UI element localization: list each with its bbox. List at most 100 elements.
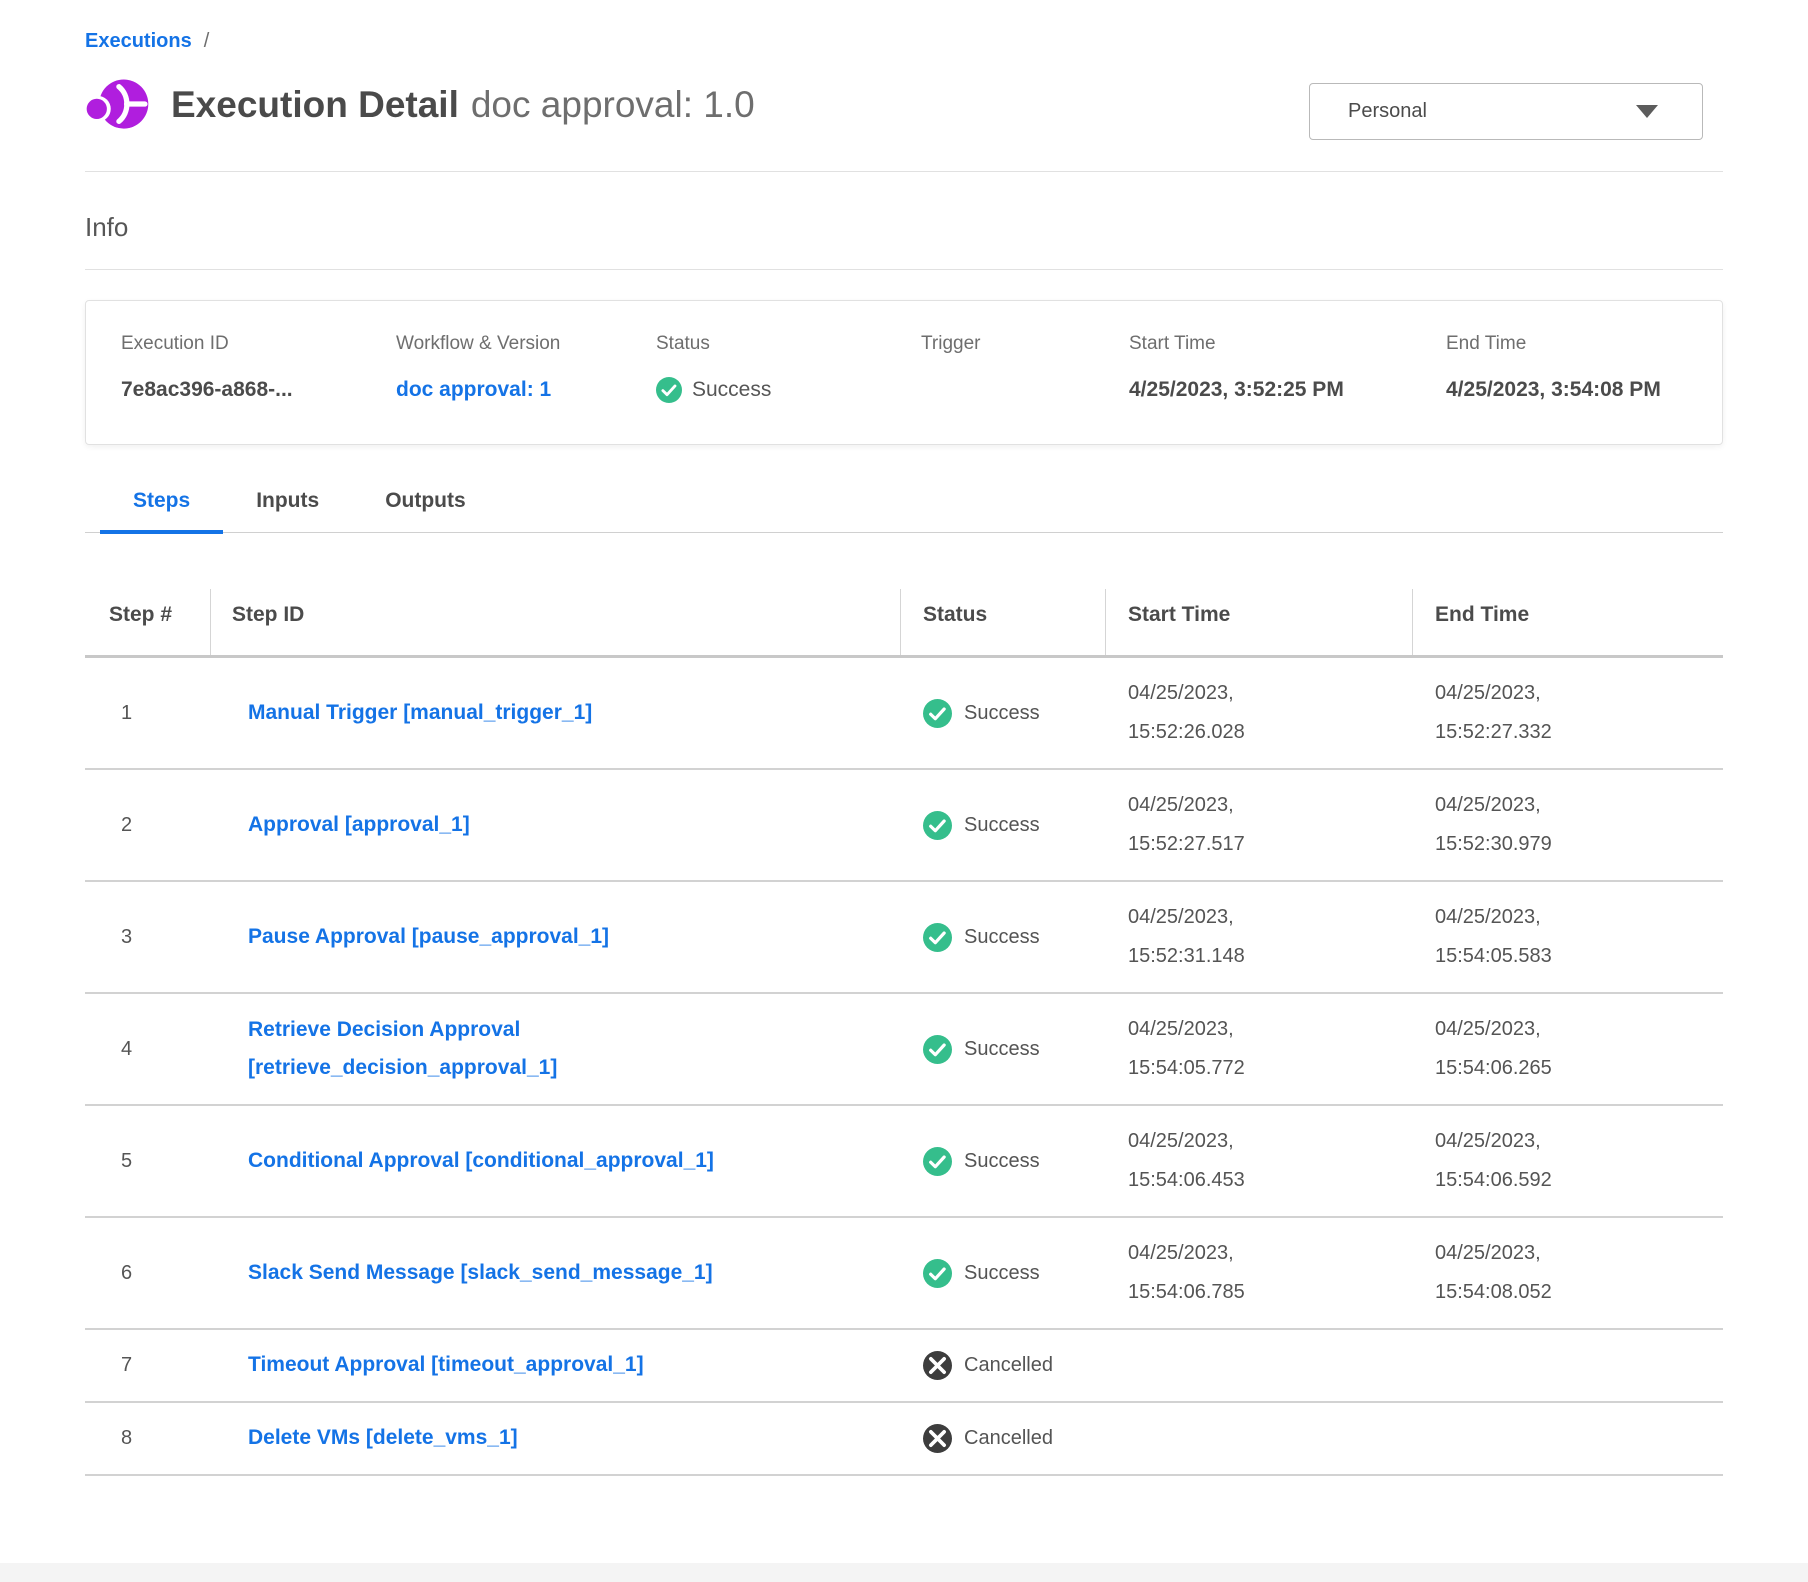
steps-table-header: Step #Step IDStatusStart TimeEnd Time <box>85 589 1723 659</box>
breadcrumb-separator: / <box>204 30 210 53</box>
info-field-start-time: Start Time 4/25/2023, 3:52:25 PM <box>1129 333 1446 410</box>
execution-status: Success <box>656 370 921 410</box>
start-time-cell: 04/25/2023, 15:52:26.028 <box>1106 674 1413 752</box>
step-id-cell: Pause Approval [pause_approval_1] <box>210 918 901 957</box>
step-link[interactable]: Pause Approval [pause_approval_1] <box>248 925 609 948</box>
table-row: 2 Approval [approval_1] Success 04/25/2023,… <box>85 770 1723 882</box>
step-number: 5 <box>85 1150 210 1173</box>
tab-outputs[interactable]: Outputs <box>352 489 498 532</box>
table-row: 5 Conditional Approval [conditional_appro… <box>85 1106 1723 1218</box>
info-field-label: End Time <box>1446 333 1722 355</box>
chevron-down-icon <box>1636 105 1658 118</box>
breadcrumb-executions-link[interactable]: Executions <box>85 30 192 53</box>
success-check-icon <box>923 1147 952 1176</box>
title-divider <box>85 171 1723 172</box>
info-field-trigger: Trigger <box>921 333 1129 410</box>
status-text: Success <box>964 702 1040 725</box>
start-time-cell: 04/25/2023, 15:52:27.517 <box>1106 786 1413 864</box>
step-link[interactable]: Retrieve Decision Approval [retrieve_dec… <box>248 1018 557 1080</box>
column-header-step-id: Step ID <box>210 589 901 656</box>
step-number: 4 <box>85 1038 210 1061</box>
info-field-label: Workflow & Version <box>396 333 656 355</box>
table-row: 8 Delete VMs [delete_vms_1] Cancelled <box>85 1403 1723 1476</box>
status-cell: Success <box>901 811 1106 840</box>
info-field-label: Execution ID <box>121 333 396 355</box>
end-time-cell: 04/25/2023, 15:54:08.052 <box>1413 1234 1723 1312</box>
step-link[interactable]: Slack Send Message [slack_send_message_1… <box>248 1261 713 1284</box>
success-check-icon <box>923 923 952 952</box>
step-id-cell: Timeout Approval [timeout_approval_1] <box>210 1346 901 1385</box>
info-heading: Info <box>85 212 1723 243</box>
step-id-cell: Approval [approval_1] <box>210 806 901 845</box>
step-number: 2 <box>85 814 210 837</box>
table-row: 1Manual Trigger [manual_trigger_1]Succes… <box>85 658 1723 770</box>
info-divider <box>85 269 1723 270</box>
step-link[interactable]: Manual Trigger [manual_trigger_1] <box>248 701 592 724</box>
workspace-dropdown-value: Personal <box>1348 100 1427 123</box>
start-time-cell: 04/25/2023, 15:54:06.453 <box>1106 1122 1413 1200</box>
info-field-end-time: End Time 4/25/2023, 3:54:08 PM <box>1446 333 1722 410</box>
table-row: 6 Slack Send Message [slack_send_message_… <box>85 1218 1723 1330</box>
status-text: Cancelled <box>964 1427 1053 1450</box>
workflow-version-link[interactable]: doc approval: 1 <box>396 378 551 401</box>
table-row: 3 Pause Approval [pause_approval_1] Succes… <box>85 882 1723 994</box>
column-header-start-time: Start Time <box>1106 589 1413 656</box>
start-time-cell: 04/25/2023, 15:54:06.785 <box>1106 1234 1413 1312</box>
step-link[interactable]: Timeout Approval [timeout_approval_1] <box>248 1353 644 1376</box>
table-row: 7Timeout Approval [timeout_approval_1]Ca… <box>85 1330 1723 1403</box>
status-cell: Success <box>901 923 1106 952</box>
status-cell: Cancelled <box>901 1351 1106 1380</box>
workspace-dropdown[interactable]: Personal <box>1309 83 1703 140</box>
status-text: Success <box>964 1150 1040 1173</box>
status-text: Success <box>964 926 1040 949</box>
status-text: Cancelled <box>964 1354 1053 1377</box>
step-number: 3 <box>85 926 210 949</box>
start-time-cell: 04/25/2023, 15:52:31.148 <box>1106 898 1413 976</box>
step-id-cell: Retrieve Decision Approval [retrieve_dec… <box>210 1011 901 1089</box>
tab-inputs[interactable]: Inputs <box>223 489 352 532</box>
cancelled-x-icon <box>923 1424 952 1453</box>
status-text: Success <box>964 814 1040 837</box>
execution-status-text: Success <box>692 370 771 410</box>
column-header-step: Step # <box>85 589 211 656</box>
step-link[interactable]: Approval [approval_1] <box>248 813 470 836</box>
step-id-cell: Delete VMs [delete_vms_1] <box>210 1419 901 1458</box>
status-cell: Success <box>901 1259 1106 1288</box>
step-id-cell: Manual Trigger [manual_trigger_1] <box>210 694 901 733</box>
success-check-icon <box>923 1035 952 1064</box>
info-field-label: Start Time <box>1129 333 1446 355</box>
info-field-value: 4/25/2023, 3:54:08 PM <box>1446 370 1666 410</box>
info-field-label: Trigger <box>921 333 1129 355</box>
step-id-cell: Conditional Approval [conditional_approv… <box>210 1142 901 1181</box>
info-field-value: 7e8ac396-a868-... <box>121 370 341 410</box>
status-cell: Success <box>901 1035 1106 1064</box>
info-field-workflow-version: Workflow & Version doc approval: 1 <box>396 333 656 410</box>
steps-table: Step #Step IDStatusStart TimeEnd Time 1M… <box>85 589 1723 1476</box>
success-check-icon <box>923 699 952 728</box>
info-card: Execution ID 7e8ac396-a868-... Workflow & … <box>85 300 1723 445</box>
info-field-execution-id: Execution ID 7e8ac396-a868-... <box>121 333 396 410</box>
status-cell: Success <box>901 699 1106 728</box>
success-check-icon <box>923 1259 952 1288</box>
workflow-icon <box>85 79 149 131</box>
step-link[interactable]: Delete VMs [delete_vms_1] <box>248 1426 518 1449</box>
status-text: Success <box>964 1262 1040 1285</box>
step-number: 6 <box>85 1262 210 1285</box>
info-field-value: 4/25/2023, 3:52:25 PM <box>1129 370 1349 410</box>
end-time-cell: 04/25/2023, 15:52:27.332 <box>1413 674 1723 752</box>
status-cell: Success <box>901 1147 1106 1176</box>
footer-strip <box>0 1563 1808 1582</box>
end-time-cell: 04/25/2023, 15:54:06.265 <box>1413 1010 1723 1088</box>
end-time-cell: 04/25/2023, 15:52:30.979 <box>1413 786 1723 864</box>
column-header-end-time: End Time <box>1413 589 1723 656</box>
title-row: Execution Detaildoc approval: 1.0 Person… <box>85 77 1723 133</box>
end-time-cell: 04/25/2023, 15:54:05.583 <box>1413 898 1723 976</box>
status-text: Success <box>964 1038 1040 1061</box>
success-check-icon <box>923 811 952 840</box>
step-link[interactable]: Conditional Approval [conditional_approv… <box>248 1149 714 1172</box>
tabs: StepsInputsOutputs <box>85 489 1723 533</box>
breadcrumb: Executions / <box>85 0 1723 53</box>
step-number: 8 <box>85 1427 210 1450</box>
info-field-status: StatusSuccess <box>656 333 921 410</box>
tab-steps[interactable]: Steps <box>100 489 223 534</box>
